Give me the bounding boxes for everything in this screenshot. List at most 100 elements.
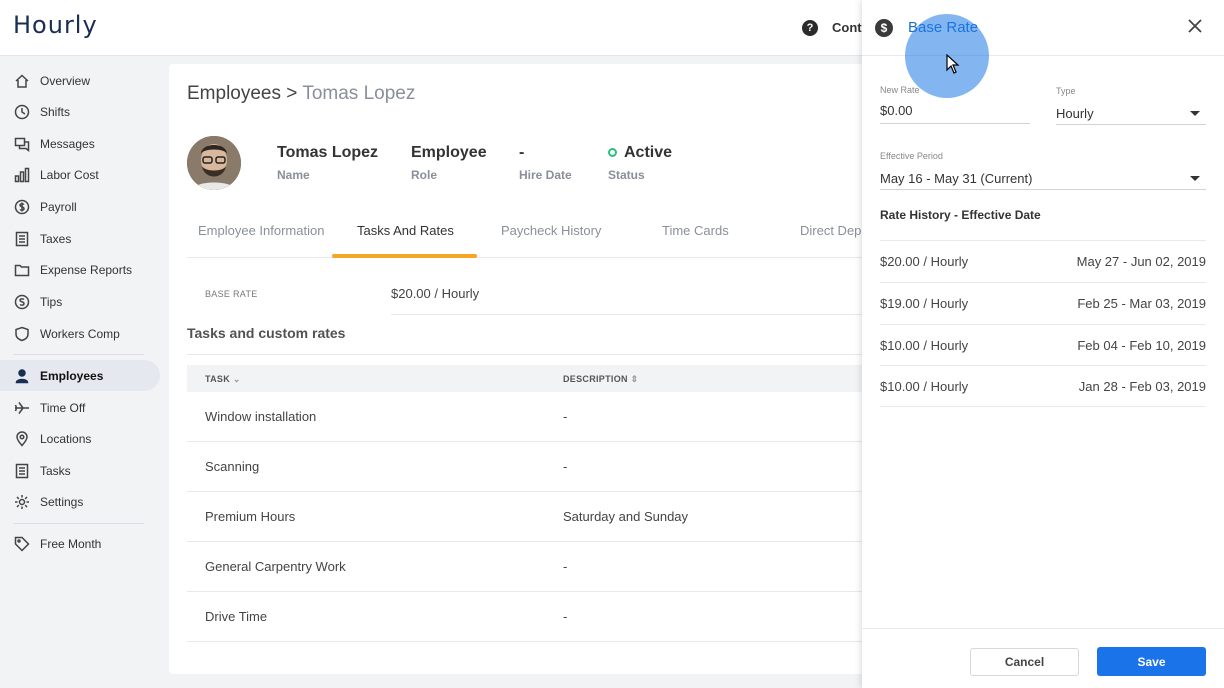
sidebar-item-settings[interactable]: Settings [0, 486, 160, 517]
table-row[interactable]: Premium Hours Saturday and Sunday [187, 492, 869, 542]
column-header-label: TASK [205, 374, 231, 384]
person-icon [13, 367, 31, 385]
tab-employee-information[interactable]: Employee Information [198, 223, 324, 238]
sidebar-item-tips[interactable]: Tips [0, 286, 160, 317]
tag-icon [13, 535, 31, 553]
tab-tasks-and-rates[interactable]: Tasks And Rates [357, 223, 454, 238]
home-icon [13, 72, 31, 90]
sidebar-item-shifts[interactable]: Shifts [0, 96, 160, 127]
tasks-table-header: TASK ⌄ DESCRIPTION ⇕ [187, 365, 869, 392]
task-name: General Carpentry Work [205, 559, 346, 574]
tab-direct-deposit[interactable]: Direct Depo [800, 223, 869, 238]
employee-name-block: Tomas Lopez Name [277, 144, 378, 182]
type-label: Type [1056, 86, 1076, 96]
sidebar-item-label: Tasks [40, 463, 71, 478]
sidebar-item-label: Overview [40, 73, 91, 88]
clock-icon [13, 103, 31, 121]
tab-time-cards[interactable]: Time Cards [662, 223, 729, 238]
chevron-down-icon[interactable] [1190, 111, 1200, 116]
employee-card: Employees > Tomas Lopez Tomas Lopez Name… [169, 64, 869, 674]
employee-hire-date-label: Hire Date [519, 168, 572, 182]
sidebar-item-label: Time Off [40, 400, 86, 415]
tab-bar: Employee Information Tasks And Rates Pay… [187, 214, 869, 258]
history-date: Jan 28 - Feb 03, 2019 [1078, 379, 1206, 394]
close-icon[interactable] [1186, 17, 1204, 35]
sidebar-item-label: Workers Comp [40, 326, 120, 341]
employee-role: Employee [411, 144, 487, 161]
sort-icon: ⇕ [630, 374, 639, 384]
sidebar-item-locations[interactable]: Locations [0, 423, 160, 454]
sidebar-item-messages[interactable]: Messages [0, 128, 160, 159]
employee-hire-date-block: - Hire Date [519, 144, 572, 182]
input-underline [1056, 124, 1206, 125]
sidebar-item-label: Taxes [40, 231, 72, 246]
table-row[interactable]: Drive Time - [187, 592, 869, 642]
rate-history-row: $10.00 / Hourly Feb 04 - Feb 10, 2019 [880, 324, 1206, 366]
rate-history-title: Rate History - Effective Date [880, 208, 1041, 222]
tab-paycheck-history[interactable]: Paycheck History [501, 223, 601, 238]
new-rate-input[interactable]: $0.00 [880, 103, 913, 118]
base-rate-label: BASE RATE [205, 289, 258, 299]
sidebar-item-labor-cost[interactable]: Labor Cost [0, 159, 160, 190]
history-rate: $10.00 / Hourly [880, 338, 969, 353]
tasks-title: Tasks and custom rates [187, 325, 346, 341]
type-select[interactable]: Hourly [1056, 106, 1094, 121]
sidebar-divider [13, 523, 144, 524]
save-button[interactable]: Save [1097, 647, 1206, 676]
sidebar-item-overview[interactable]: Overview [0, 65, 160, 96]
column-header-task[interactable]: TASK ⌄ [205, 374, 241, 385]
effective-period-label: Effective Period [880, 151, 943, 161]
table-row[interactable]: Window installation - [187, 392, 869, 442]
cancel-button[interactable]: Cancel [970, 648, 1079, 676]
sidebar-item-tasks[interactable]: Tasks [0, 455, 160, 486]
sidebar-item-time-off[interactable]: Time Off [0, 392, 160, 423]
panel-footer: Cancel Save [862, 628, 1224, 688]
sidebar: Overview Shifts Messages Labor Cost Payr… [0, 56, 168, 688]
history-rate: $19.00 / Hourly [880, 296, 969, 311]
table-row[interactable]: Scanning - [187, 442, 869, 492]
employee-status: Active [624, 144, 673, 161]
sidebar-item-workers-comp[interactable]: Workers Comp [0, 318, 160, 349]
employee-role-block: Employee Role [411, 144, 487, 182]
sidebar-item-payroll[interactable]: Payroll [0, 191, 160, 222]
coin-icon [13, 293, 31, 311]
plane-icon [13, 399, 31, 417]
divider [187, 354, 869, 355]
task-description: - [563, 409, 568, 424]
input-underline [880, 123, 1030, 124]
task-name: Scanning [205, 459, 260, 474]
breadcrumb-separator: > [286, 83, 298, 104]
location-pin-icon [13, 430, 31, 448]
table-row[interactable]: General Carpentry Work - [187, 542, 869, 592]
dollar-icon: $ [875, 19, 893, 37]
chevron-down-icon[interactable] [1190, 176, 1200, 181]
column-header-description[interactable]: DESCRIPTION ⇕ [563, 374, 638, 385]
task-name: Window installation [205, 409, 317, 424]
app-logo[interactable]: Hourly [13, 11, 98, 39]
effective-period-select[interactable]: May 16 - May 31 (Current) [880, 171, 1032, 186]
folder-icon [13, 261, 31, 279]
sidebar-item-taxes[interactable]: Taxes [0, 223, 160, 254]
sidebar-item-label: Settings [40, 494, 84, 509]
sidebar-item-expense-reports[interactable]: Expense Reports [0, 254, 160, 285]
history-date: Feb 25 - Mar 03, 2019 [1077, 296, 1206, 311]
breadcrumb-current: Tomas Lopez [302, 83, 416, 104]
task-description: Saturday and Sunday [563, 509, 689, 524]
employee-name-label: Name [277, 168, 310, 182]
sidebar-item-employees[interactable]: Employees [0, 360, 160, 391]
document-icon [13, 230, 31, 248]
column-header-label: DESCRIPTION [563, 374, 628, 384]
history-rate: $20.00 / Hourly [880, 254, 969, 269]
sort-down-icon: ⌄ [232, 374, 241, 384]
chat-icon [13, 135, 31, 153]
sidebar-divider [13, 354, 144, 355]
breadcrumb-section[interactable]: Employees [187, 83, 281, 104]
divider [391, 314, 869, 315]
sidebar-item-free-month[interactable]: Free Month [0, 528, 160, 559]
base-rate-value[interactable]: $20.00 / Hourly [391, 286, 479, 301]
task-description: - [563, 559, 568, 574]
help-icon[interactable]: ? [802, 20, 818, 36]
rate-history-row: $10.00 / Hourly Jan 28 - Feb 03, 2019 [880, 365, 1206, 407]
list-icon [13, 462, 31, 480]
history-date: Feb 04 - Feb 10, 2019 [1077, 338, 1206, 353]
